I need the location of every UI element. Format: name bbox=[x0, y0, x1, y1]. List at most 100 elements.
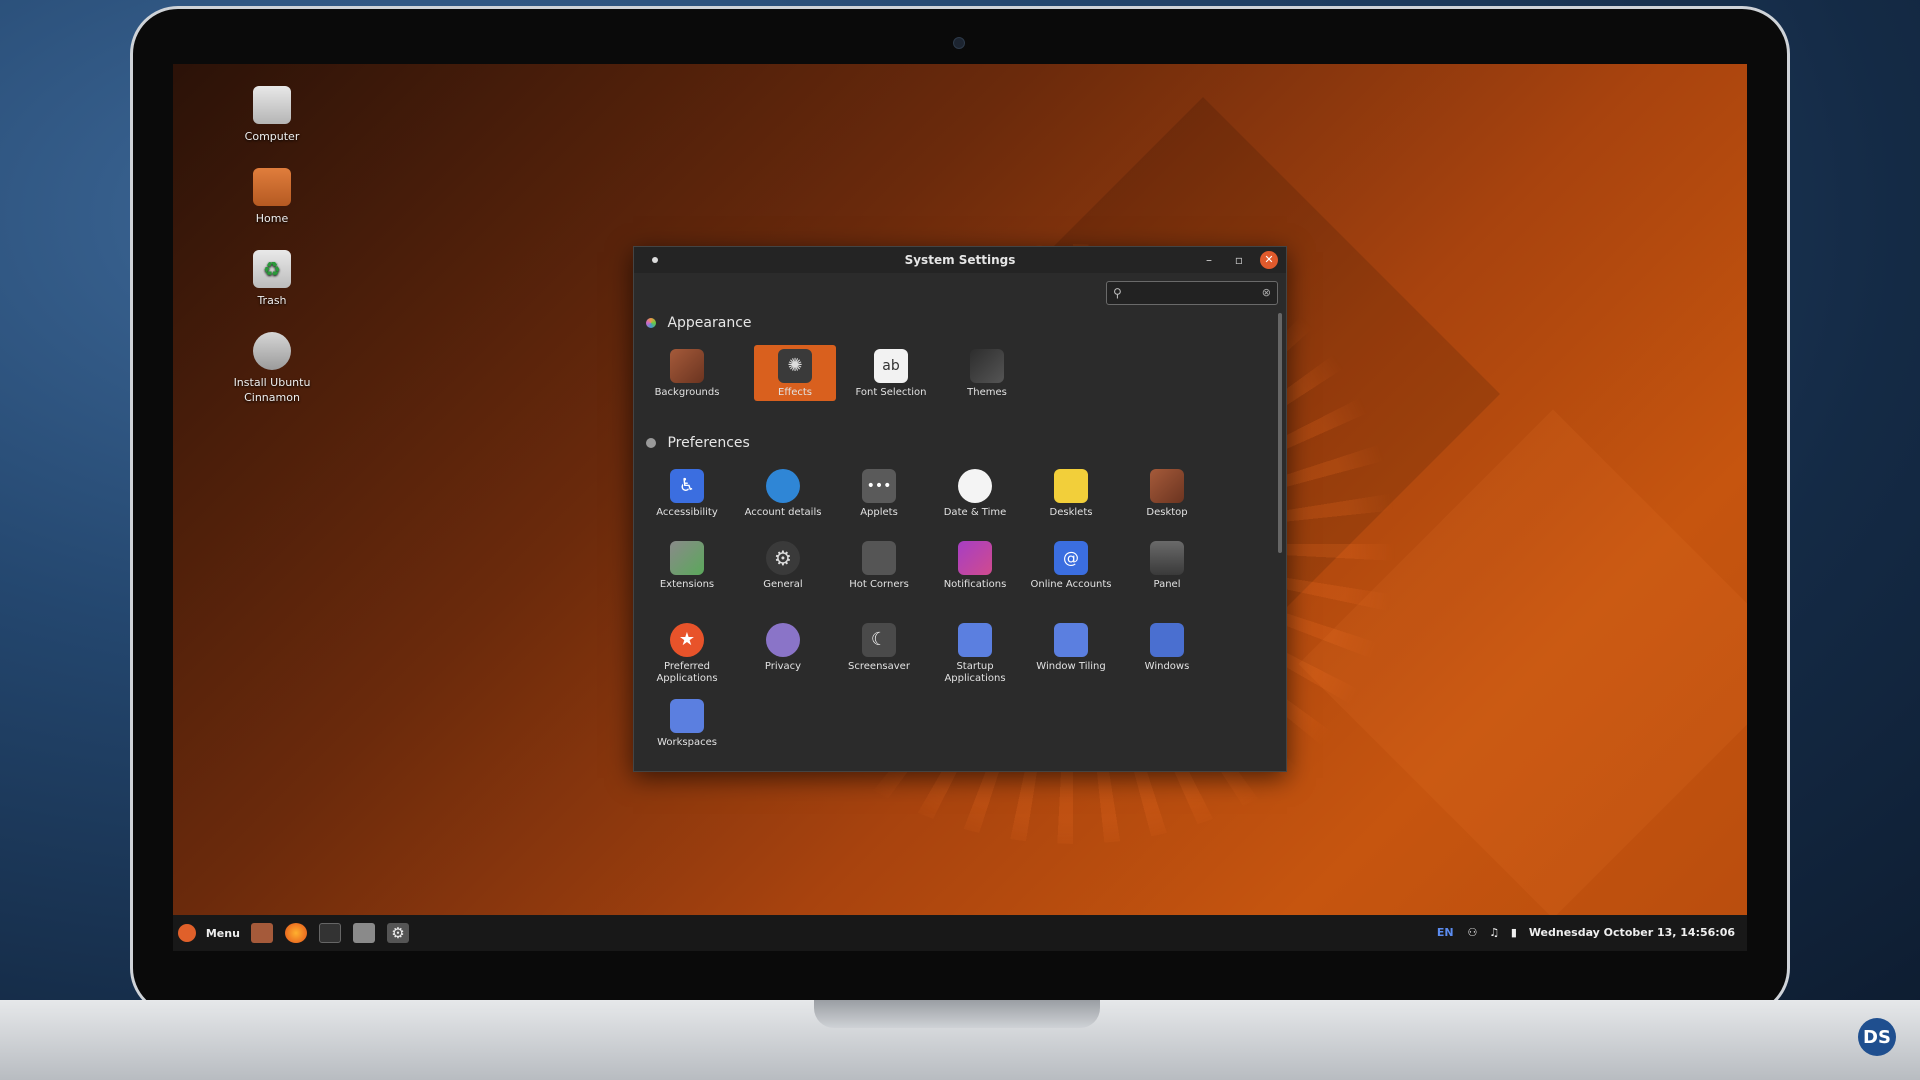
startup-applications-icon bbox=[958, 623, 992, 657]
desktop-screen: Computer Home ♻ Trash Install Ubuntu Cin… bbox=[173, 64, 1747, 951]
section-title: Preferences bbox=[667, 435, 750, 451]
system-tray: EN ⚇ ♫ ▮ Wednesday October 13, 14:56:06 bbox=[1437, 926, 1735, 939]
section-preferences: Preferences bbox=[646, 435, 750, 451]
settings-item-windows[interactable]: Windows bbox=[1126, 619, 1208, 673]
home-folder-icon bbox=[253, 168, 291, 206]
keyboard-layout-indicator[interactable]: EN bbox=[1437, 926, 1454, 939]
settings-item-notifications[interactable]: Notifications bbox=[934, 537, 1016, 591]
settings-item-panel[interactable]: Panel bbox=[1126, 537, 1208, 591]
settings-item-label: Date & Time bbox=[943, 507, 1007, 518]
desktop-icon-label: Install Ubuntu Cinnamon bbox=[233, 376, 311, 404]
settings-item-label: Windows bbox=[1144, 661, 1190, 672]
files-icon[interactable] bbox=[353, 923, 375, 943]
desktop-icon-home[interactable]: Home bbox=[217, 168, 327, 226]
applets-icon: ••• bbox=[862, 469, 896, 503]
settings-item-accessibility[interactable]: ♿ Accessibility bbox=[646, 465, 728, 519]
appearance-icon bbox=[646, 318, 656, 328]
search-icon: ⚲ bbox=[1113, 286, 1122, 300]
window-titlebar[interactable]: System Settings – ▫ ✕ bbox=[634, 247, 1286, 273]
settings-item-account-details[interactable]: Account details bbox=[742, 465, 824, 519]
settings-item-label: Screensaver bbox=[848, 661, 910, 672]
battery-icon[interactable]: ▮ bbox=[1511, 926, 1517, 939]
settings-item-date-time[interactable]: Date & Time bbox=[934, 465, 1016, 519]
settings-item-label: Window Tiling bbox=[1036, 661, 1106, 672]
settings-item-window-tiling[interactable]: Window Tiling bbox=[1030, 619, 1112, 673]
themes-icon bbox=[970, 349, 1004, 383]
section-title: Appearance bbox=[667, 315, 752, 331]
settings-item-themes[interactable]: Themes bbox=[946, 345, 1028, 399]
font-selection-icon: ab bbox=[874, 349, 908, 383]
gear-icon: ⚙ bbox=[766, 541, 800, 575]
terminal-icon[interactable] bbox=[319, 923, 341, 943]
settings-item-effects[interactable]: ✺ Effects bbox=[754, 345, 836, 401]
workspaces-icon bbox=[670, 699, 704, 733]
settings-item-label: Startup Applications bbox=[944, 661, 1006, 684]
settings-item-privacy[interactable]: Privacy bbox=[742, 619, 824, 673]
windows-icon bbox=[1150, 623, 1184, 657]
computer-icon bbox=[253, 86, 291, 124]
settings-item-label: Hot Corners bbox=[849, 579, 909, 590]
search-input[interactable] bbox=[1129, 284, 1253, 304]
desktop-icon-computer[interactable]: Computer bbox=[217, 86, 327, 144]
panel-icon bbox=[1150, 541, 1184, 575]
settings-item-label: Panel bbox=[1153, 579, 1181, 590]
accessibility-icon: ♿ bbox=[670, 469, 704, 503]
taskbar-desktop-icon[interactable] bbox=[251, 923, 273, 943]
settings-item-online-accounts[interactable]: @ Online Accounts bbox=[1030, 537, 1112, 591]
close-button[interactable]: ✕ bbox=[1260, 251, 1278, 269]
settings-item-extensions[interactable]: Extensions bbox=[646, 537, 728, 591]
menu-icon bbox=[178, 924, 196, 942]
settings-item-startup-applications[interactable]: Startup Applications bbox=[934, 619, 1016, 685]
settings-item-label: General bbox=[763, 579, 803, 590]
network-icon[interactable]: ⚇ bbox=[1467, 926, 1477, 939]
desktop-icon bbox=[1150, 469, 1184, 503]
desktop-icon-trash[interactable]: ♻ Trash bbox=[217, 250, 327, 308]
search-box[interactable]: ⚲ ⊗ bbox=[1106, 281, 1278, 305]
account-details-icon bbox=[766, 469, 800, 503]
settings-item-label: Extensions bbox=[659, 579, 715, 590]
settings-item-font-selection[interactable]: ab Font Selection bbox=[850, 345, 932, 399]
minimize-button[interactable]: – bbox=[1200, 251, 1218, 269]
settings-item-label: Effects bbox=[778, 387, 812, 398]
backgrounds-icon bbox=[670, 349, 704, 383]
desktop-icon-label: Home bbox=[255, 212, 289, 225]
firefox-icon[interactable] bbox=[285, 923, 307, 943]
settings-item-applets[interactable]: ••• Applets bbox=[838, 465, 920, 519]
install-disc-icon bbox=[253, 332, 291, 370]
settings-item-label: Account details bbox=[744, 507, 822, 518]
taskbar: Menu ⚙ EN ⚇ ♫ ▮ Wednesday October 13, 14… bbox=[173, 915, 1747, 951]
settings-item-label: Workspaces bbox=[657, 737, 717, 748]
maximize-button[interactable]: ▫ bbox=[1230, 251, 1248, 269]
menu-button[interactable]: Menu bbox=[178, 924, 240, 942]
settings-item-general[interactable]: ⚙ General bbox=[742, 537, 824, 591]
moon-icon: ☾ bbox=[862, 623, 896, 657]
sound-icon[interactable]: ♫ bbox=[1489, 926, 1499, 939]
settings-item-screensaver[interactable]: ☾ Screensaver bbox=[838, 619, 920, 673]
at-sign-icon: @ bbox=[1054, 541, 1088, 575]
desktop-icon-install[interactable]: Install Ubuntu Cinnamon bbox=[217, 332, 327, 405]
settings-item-desktop[interactable]: Desktop bbox=[1126, 465, 1208, 519]
settings-item-workspaces[interactable]: Workspaces bbox=[646, 695, 728, 749]
puzzle-icon bbox=[670, 541, 704, 575]
trash-icon: ♻ bbox=[253, 250, 291, 288]
settings-item-preferred-applications[interactable]: ★ Preferred Applications bbox=[646, 619, 728, 685]
settings-item-label: Privacy bbox=[764, 661, 802, 672]
settings-item-backgrounds[interactable]: Backgrounds bbox=[646, 345, 728, 399]
window-scrollbar[interactable] bbox=[1278, 313, 1282, 553]
settings-item-desklets[interactable]: Desklets bbox=[1030, 465, 1112, 519]
settings-item-label: Themes bbox=[967, 387, 1007, 398]
window-title: System Settings bbox=[904, 253, 1016, 267]
laptop-hinge bbox=[814, 1000, 1100, 1028]
clear-search-icon[interactable]: ⊗ bbox=[1262, 286, 1271, 299]
settings-item-label: Notifications bbox=[943, 579, 1007, 590]
clock[interactable]: Wednesday October 13, 14:56:06 bbox=[1529, 926, 1735, 939]
settings-gear-icon[interactable]: ⚙ bbox=[387, 923, 409, 943]
settings-item-label: Font Selection bbox=[855, 387, 927, 398]
desktop-icon-label: Trash bbox=[257, 294, 287, 307]
webcam bbox=[953, 37, 965, 49]
settings-item-hot-corners[interactable]: Hot Corners bbox=[838, 537, 920, 591]
preferences-icon bbox=[646, 438, 656, 448]
settings-item-label: Applets bbox=[860, 507, 898, 518]
privacy-icon bbox=[766, 623, 800, 657]
menu-label: Menu bbox=[205, 927, 240, 940]
